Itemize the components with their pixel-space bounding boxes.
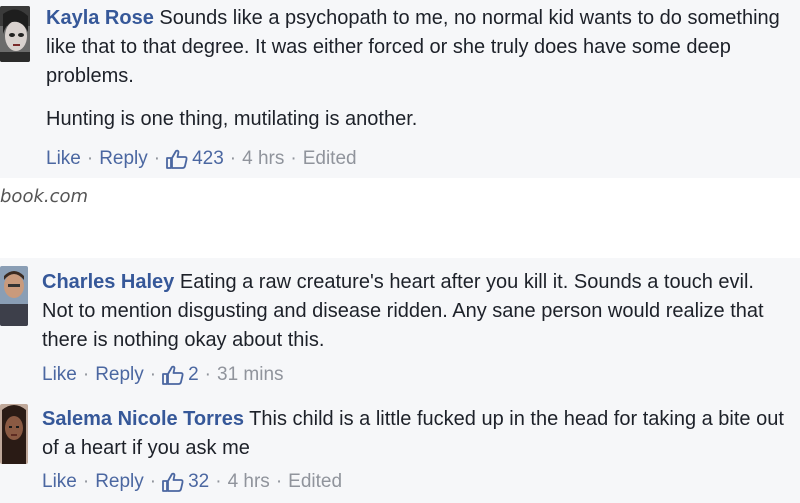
reply-button[interactable]: Reply bbox=[95, 471, 144, 493]
comment-body: Charles Haley Eating a raw creature's he… bbox=[42, 268, 787, 355]
avatar[interactable] bbox=[0, 6, 30, 62]
separator: · bbox=[82, 471, 90, 492]
comment-text: Sounds like a psychopath to me, no norma… bbox=[46, 7, 780, 87]
comment-text-paragraph: Hunting is one thing, mutilating is anot… bbox=[46, 108, 418, 130]
reply-button[interactable]: Reply bbox=[95, 364, 144, 386]
separator: · bbox=[149, 364, 157, 385]
separator: · bbox=[229, 148, 237, 169]
separator: · bbox=[275, 471, 283, 492]
reply-button[interactable]: Reply bbox=[99, 148, 148, 170]
separator: · bbox=[204, 364, 211, 385]
comment-actions: Like · Reply · 2 · 31 mins bbox=[42, 364, 284, 386]
avatar[interactable] bbox=[0, 404, 28, 464]
thumbs-up-icon[interactable] bbox=[166, 149, 188, 169]
comment-actions: Like · Reply · 423 · 4 hrs · Edited bbox=[46, 148, 357, 170]
like-count[interactable]: 2 bbox=[188, 364, 199, 386]
edited-label[interactable]: Edited bbox=[303, 148, 357, 170]
timestamp[interactable]: 4 hrs bbox=[242, 148, 284, 170]
separator: · bbox=[149, 471, 157, 492]
avatar[interactable] bbox=[0, 266, 28, 326]
comment-actions: Like · Reply · 32 · 4 hrs · Edited bbox=[42, 471, 342, 493]
like-button[interactable]: Like bbox=[42, 364, 77, 386]
separator: · bbox=[153, 148, 161, 169]
comment-body: Kayla Rose Sounds like a psychopath to m… bbox=[46, 4, 791, 134]
like-button[interactable]: Like bbox=[42, 471, 77, 493]
separator: · bbox=[82, 364, 90, 385]
timestamp[interactable]: 4 hrs bbox=[228, 471, 270, 493]
comment-author[interactable]: Kayla Rose bbox=[46, 7, 154, 29]
separator: · bbox=[290, 148, 297, 169]
comment-body: Salema Nicole Torres This child is a lit… bbox=[42, 405, 787, 463]
source-watermark: book.com bbox=[0, 186, 89, 207]
like-count[interactable]: 32 bbox=[188, 471, 209, 493]
like-count[interactable]: 423 bbox=[192, 148, 224, 170]
thumbs-up-icon[interactable] bbox=[162, 472, 184, 492]
separator: · bbox=[86, 148, 94, 169]
like-button[interactable]: Like bbox=[46, 148, 81, 170]
comment-author[interactable]: Salema Nicole Torres bbox=[42, 408, 244, 430]
separator: · bbox=[215, 471, 222, 492]
timestamp[interactable]: 31 mins bbox=[217, 364, 284, 386]
thumbs-up-icon[interactable] bbox=[162, 365, 184, 385]
comment-author[interactable]: Charles Haley bbox=[42, 271, 174, 293]
edited-label[interactable]: Edited bbox=[288, 471, 342, 493]
